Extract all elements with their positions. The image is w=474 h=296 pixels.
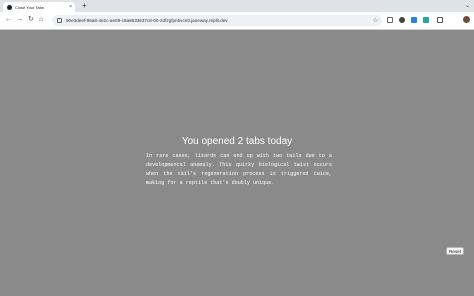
- extension-gear-icon[interactable]: [399, 17, 405, 23]
- profile-avatar[interactable]: [463, 16, 470, 23]
- browser-tab[interactable]: Close Your Tabs ×: [3, 2, 75, 12]
- new-tab-button[interactable]: +: [82, 1, 87, 11]
- back-icon[interactable]: ←: [5, 15, 12, 25]
- extension-blue-icon[interactable]: [411, 17, 417, 23]
- home-icon[interactable]: ⌂: [39, 15, 43, 25]
- reset-button[interactable]: Reset: [446, 247, 464, 255]
- site-info-icon[interactable]: [57, 18, 62, 23]
- tab-search-icon[interactable]: ⌄: [465, 2, 470, 10]
- forward-icon[interactable]: →: [16, 15, 23, 25]
- extension-teal-icon[interactable]: [423, 17, 429, 23]
- bookmark-star-icon[interactable]: ☆: [373, 17, 378, 24]
- browser-toolbar: ← → ↻ ⌂ 90e3deef-96a8-4e2c-ae09-c8a86336…: [0, 12, 474, 30]
- url-text[interactable]: 90e3deef-96a8-4e2c-ae09-c8a8633637c8-00-…: [66, 18, 373, 23]
- extension-icon[interactable]: [387, 17, 393, 23]
- tab-title: Close Your Tabs: [15, 4, 44, 10]
- page-content: You opened 2 tabs today In rare cases, l…: [0, 30, 474, 296]
- page-heading: You opened 2 tabs today: [181, 136, 293, 147]
- side-panel-icon[interactable]: [437, 17, 443, 23]
- tab-close-icon[interactable]: ×: [69, 4, 72, 10]
- address-bar[interactable]: 90e3deef-96a8-4e2c-ae09-c8a8633637c8-00-…: [52, 15, 382, 26]
- tab-strip: Close Your Tabs × + ⌄: [0, 0, 474, 12]
- fun-fact-text: In rare cases, lizards can end up with t…: [146, 153, 332, 186]
- replit-favicon-icon: [7, 4, 12, 10]
- reload-icon[interactable]: ↻: [28, 15, 34, 25]
